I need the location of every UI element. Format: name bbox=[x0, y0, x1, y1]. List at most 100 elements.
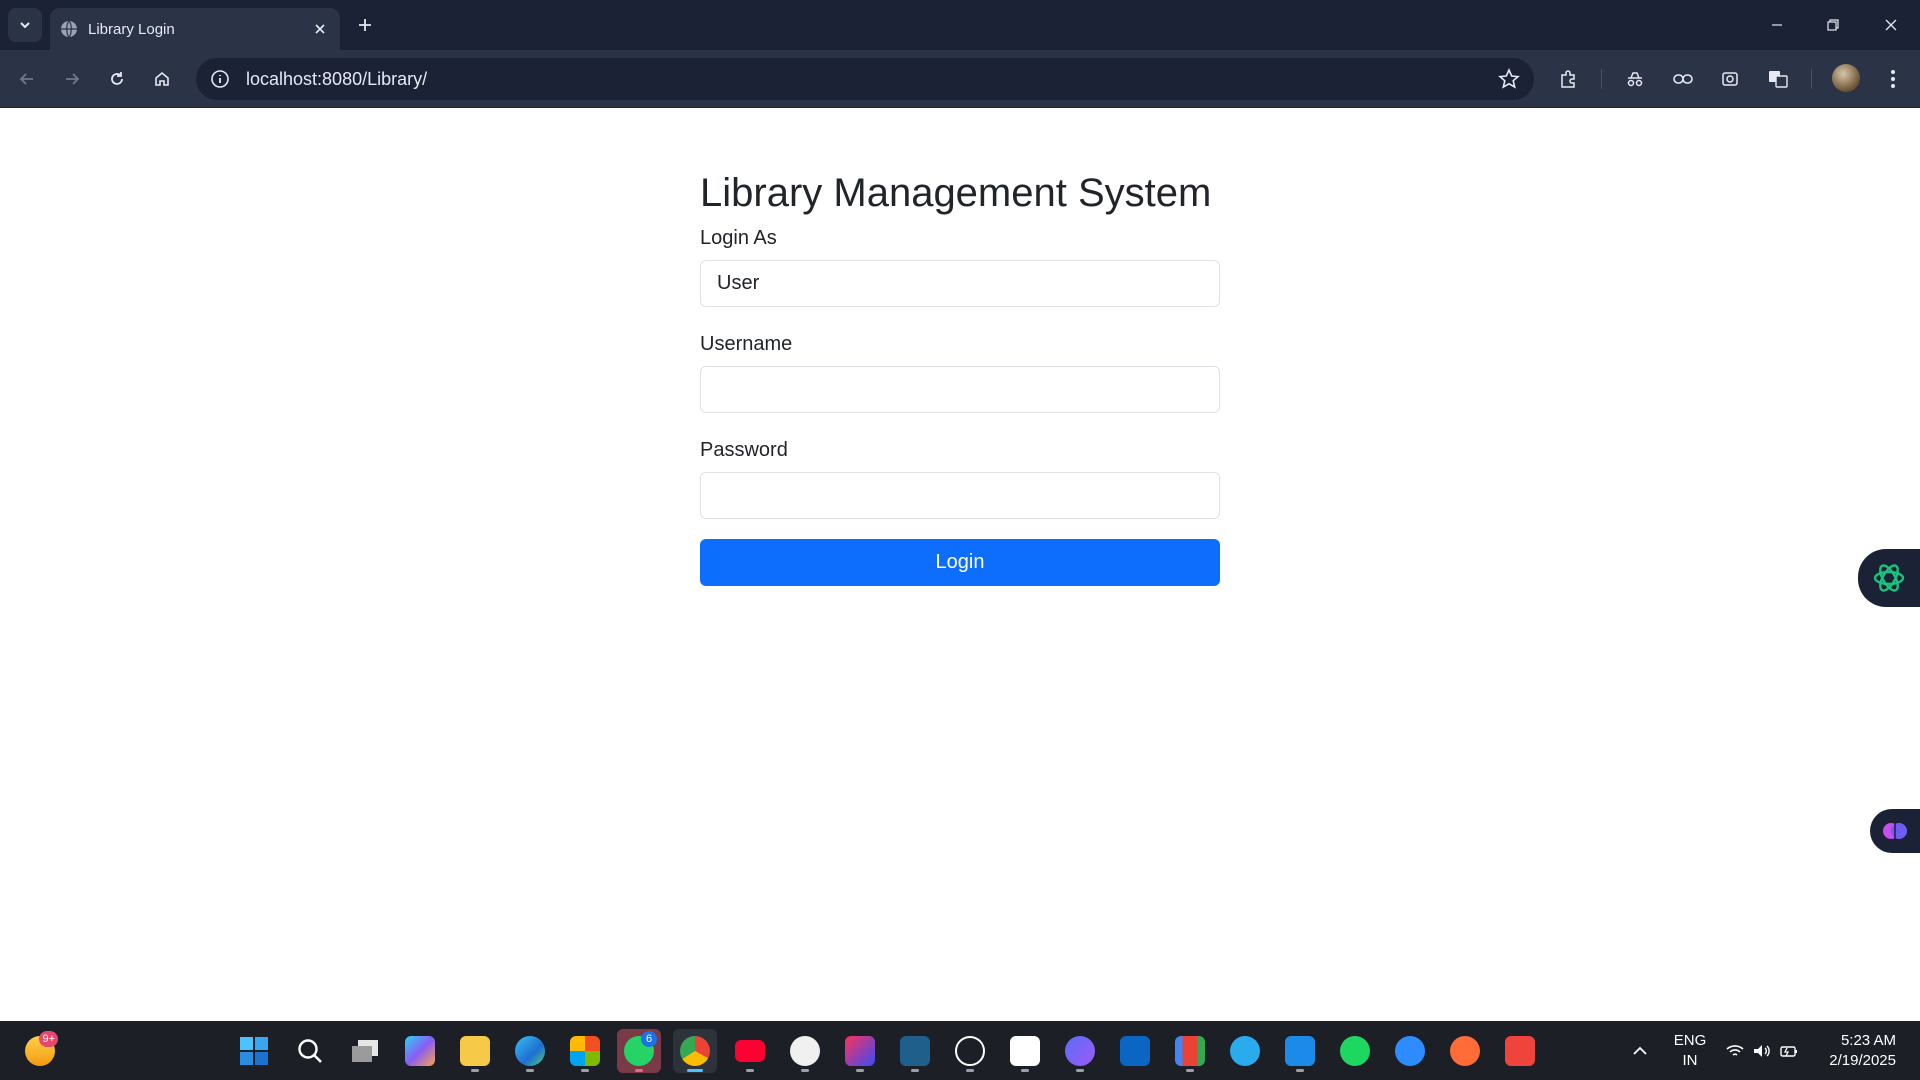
widgets-badge: 9+ bbox=[39, 1031, 58, 1047]
page-title: Library Management System bbox=[700, 171, 1212, 215]
close-window-button[interactable] bbox=[1876, 12, 1906, 38]
vscode-icon bbox=[1285, 1036, 1315, 1066]
clock[interactable]: 5:23 AM 2/19/2025 bbox=[1820, 1031, 1896, 1071]
gmail-button[interactable] bbox=[1168, 1029, 1212, 1073]
password-label: Password bbox=[700, 439, 788, 461]
anydesk-button[interactable] bbox=[1498, 1029, 1542, 1073]
username-label: Username bbox=[700, 333, 793, 355]
zoom-button[interactable] bbox=[1388, 1029, 1432, 1073]
system-tray-quick-settings[interactable] bbox=[1722, 1029, 1802, 1073]
url-text[interactable]: localhost:8080/Library/ bbox=[246, 69, 427, 90]
minimize-icon bbox=[1772, 24, 1782, 26]
chatgpt-sidebar-widget[interactable] bbox=[1858, 549, 1920, 607]
chatgpt-app-button[interactable] bbox=[1003, 1029, 1047, 1073]
extensions-button[interactable] bbox=[1553, 64, 1583, 94]
edge-button[interactable] bbox=[508, 1029, 552, 1073]
restore-icon bbox=[1827, 19, 1839, 31]
gmail-icon bbox=[1175, 1036, 1205, 1066]
arc-icon bbox=[1065, 1036, 1095, 1066]
browser-toolbar: localhost:8080/Library/ bbox=[0, 50, 1920, 108]
spotify-button[interactable] bbox=[1333, 1029, 1377, 1073]
username-input[interactable] bbox=[700, 366, 1220, 413]
clock-date: 2/19/2025 bbox=[1829, 1052, 1896, 1069]
reload-icon bbox=[111, 72, 123, 85]
restore-button[interactable] bbox=[1818, 12, 1848, 38]
screenshot-extension-button[interactable] bbox=[1715, 64, 1745, 94]
chatgpt-icon bbox=[1873, 564, 1905, 592]
more-vertical-icon bbox=[1891, 70, 1895, 88]
home-icon bbox=[155, 71, 169, 86]
search-button[interactable] bbox=[288, 1029, 332, 1073]
login-button[interactable]: Login bbox=[700, 539, 1220, 586]
volume-icon bbox=[1753, 1045, 1770, 1057]
link-icon bbox=[1673, 74, 1693, 84]
new-tab-button[interactable] bbox=[352, 12, 378, 38]
whatsapp-button[interactable]: 6 bbox=[617, 1029, 661, 1073]
file-explorer-button[interactable] bbox=[453, 1029, 497, 1073]
home-button[interactable] bbox=[147, 64, 177, 94]
github-icon bbox=[790, 1036, 820, 1066]
back-button[interactable] bbox=[12, 64, 42, 94]
spotify-icon bbox=[1340, 1036, 1370, 1066]
brain-sidebar-widget[interactable] bbox=[1870, 809, 1920, 853]
spy-icon bbox=[1627, 72, 1643, 87]
youtube-button[interactable] bbox=[728, 1029, 772, 1073]
password-input[interactable] bbox=[700, 472, 1220, 519]
camera-icon bbox=[1722, 72, 1738, 86]
mysql-workbench-button[interactable] bbox=[893, 1029, 937, 1073]
tab-search-button[interactable] bbox=[8, 8, 42, 42]
arc-button[interactable] bbox=[1058, 1029, 1102, 1073]
arrow-right-icon bbox=[66, 73, 80, 85]
chevron-down-icon bbox=[20, 22, 30, 29]
chatgpt-button[interactable] bbox=[948, 1029, 992, 1073]
bookmark-star-icon[interactable] bbox=[1498, 68, 1520, 90]
close-tab-icon[interactable] bbox=[310, 19, 330, 39]
intellij-button[interactable] bbox=[838, 1029, 882, 1073]
github-button[interactable] bbox=[783, 1029, 827, 1073]
minimize-button[interactable] bbox=[1762, 12, 1792, 38]
language-indicator[interactable]: ENG IN bbox=[1672, 1031, 1708, 1071]
reload-button[interactable] bbox=[102, 64, 132, 94]
vscode-button[interactable] bbox=[1278, 1029, 1322, 1073]
chevron-up-icon bbox=[1633, 1046, 1647, 1055]
clock-time: 5:23 AM bbox=[1840, 1032, 1896, 1049]
telegram-button[interactable] bbox=[1223, 1029, 1267, 1073]
login-as-label: Login As bbox=[700, 227, 777, 249]
login-as-select[interactable]: User bbox=[700, 260, 1220, 307]
login-form: Library Management System Login As User … bbox=[700, 169, 1220, 586]
mysql-workbench-icon bbox=[900, 1036, 930, 1066]
incognito-extension-button[interactable] bbox=[1620, 64, 1650, 94]
postman-icon bbox=[1450, 1036, 1480, 1066]
store-button[interactable] bbox=[563, 1029, 607, 1073]
toolbar-divider bbox=[1601, 69, 1602, 89]
chrome-icon bbox=[680, 1036, 710, 1066]
site-info-icon[interactable] bbox=[210, 69, 230, 89]
taskbar: 9+ 6 ENG IN 5:23 AM 2/19/2025 bbox=[0, 1021, 1920, 1080]
zoom-icon bbox=[1395, 1036, 1425, 1066]
linkedin-icon bbox=[1120, 1036, 1150, 1066]
translate-icon bbox=[1769, 71, 1788, 88]
forward-button[interactable] bbox=[57, 64, 87, 94]
widgets-button[interactable]: 9+ bbox=[18, 1029, 62, 1073]
globe-icon bbox=[61, 20, 77, 38]
copilot-icon bbox=[405, 1036, 435, 1066]
profile-avatar[interactable] bbox=[1832, 64, 1860, 92]
link-extension-button[interactable] bbox=[1668, 64, 1698, 94]
translate-extension-button[interactable] bbox=[1763, 64, 1793, 94]
task-view-button[interactable] bbox=[343, 1029, 387, 1073]
show-hidden-icons-button[interactable] bbox=[1618, 1029, 1662, 1073]
whatsapp-badge: 6 bbox=[641, 1031, 657, 1047]
address-bar[interactable]: localhost:8080/Library/ bbox=[196, 58, 1534, 100]
close-icon bbox=[1885, 19, 1897, 31]
edge-icon bbox=[515, 1036, 545, 1066]
browser-tab[interactable]: Library Login bbox=[50, 8, 340, 50]
linkedin-button[interactable] bbox=[1113, 1029, 1157, 1073]
arrow-left-icon bbox=[19, 73, 33, 85]
postman-button[interactable] bbox=[1443, 1029, 1487, 1073]
start-button[interactable] bbox=[232, 1029, 276, 1073]
task-view-icon bbox=[352, 1040, 378, 1062]
chrome-button[interactable] bbox=[673, 1029, 717, 1073]
menu-button[interactable] bbox=[1878, 64, 1908, 94]
copilot-button[interactable] bbox=[398, 1029, 442, 1073]
tab-title: Library Login bbox=[88, 20, 175, 38]
